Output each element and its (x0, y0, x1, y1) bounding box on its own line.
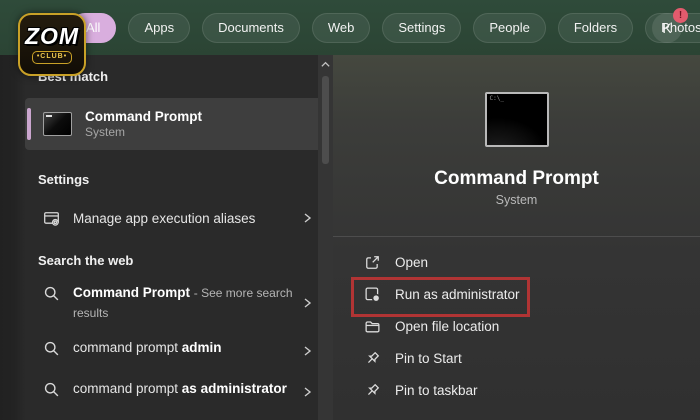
results-panel: Best match Command Prompt System Setting… (0, 55, 333, 420)
app-title: Command Prompt (434, 168, 599, 190)
query-text: command prompt (73, 340, 182, 355)
command-prompt-icon-large: C:\_ (485, 92, 549, 147)
detail-panel: C:\_ Command Prompt System Open (333, 55, 700, 420)
chevron-right-icon (301, 212, 313, 224)
action-list: Open Run as administrator (333, 246, 700, 406)
tab-folders[interactable]: Folders (558, 13, 633, 43)
action-label: Run as administrator (395, 287, 520, 302)
action-label: Open (395, 255, 428, 270)
pin-icon (364, 350, 381, 367)
tab-apps[interactable]: Apps (128, 13, 190, 43)
action-label: Pin to Start (395, 351, 462, 366)
search-filter-bar: All Apps Documents Web Settings People F… (0, 0, 700, 55)
action-open[interactable]: Open (364, 246, 428, 278)
web-result-see-more[interactable]: Command Prompt - See more search results (43, 283, 323, 323)
action-run-as-administrator[interactable]: Run as administrator (364, 278, 520, 310)
user-avatar[interactable]: K ! (652, 13, 682, 43)
web-result-admin[interactable]: command prompt admin (43, 338, 323, 364)
scrollbar-thumb[interactable] (322, 76, 329, 164)
tab-settings[interactable]: Settings (382, 13, 461, 43)
terminal-prompt-glyph: C:\_ (490, 96, 504, 102)
action-pin-to-taskbar[interactable]: Pin to taskbar (364, 374, 478, 406)
query-text: command prompt (73, 381, 182, 396)
search-icon (43, 285, 60, 302)
divider (333, 236, 700, 237)
action-pin-to-start[interactable]: Pin to Start (364, 342, 462, 374)
result-manage-app-execution-aliases[interactable]: Manage app execution aliases (43, 203, 323, 233)
chevron-right-icon (301, 345, 313, 357)
result-label: Manage app execution aliases (73, 210, 255, 227)
query-text: Command Prompt (73, 285, 190, 300)
scroll-up-icon[interactable] (320, 59, 331, 70)
folder-icon (364, 318, 381, 335)
web-result-as-administrator[interactable]: command prompt as administrator (43, 379, 323, 405)
tab-people[interactable]: People (473, 13, 545, 43)
pin-icon (364, 382, 381, 399)
best-match-subtitle: System (85, 125, 202, 140)
tab-web[interactable]: Web (312, 13, 371, 43)
open-icon (364, 254, 381, 271)
notification-badge: ! (673, 8, 688, 23)
zom-club-logo: ZOM •CLUB• (18, 13, 86, 76)
command-prompt-icon (43, 112, 72, 136)
best-match-item[interactable]: Command Prompt System (25, 98, 330, 150)
search-results-flyout: Best match Command Prompt System Setting… (0, 55, 700, 420)
filter-tabs: All Apps Documents Web Settings People F… (70, 13, 700, 43)
suggestion-text: admin (182, 340, 222, 355)
logo-subtitle: •CLUB• (32, 51, 72, 63)
search-icon (43, 340, 60, 357)
search-the-web-heading: Search the web (38, 253, 333, 268)
scrollbar[interactable] (318, 55, 333, 420)
best-match-title: Command Prompt (85, 108, 202, 125)
suggestion-text: as administrator (182, 381, 287, 396)
selection-accent-bar (27, 108, 31, 140)
search-icon (43, 381, 60, 398)
run-as-admin-icon (364, 286, 381, 303)
action-label: Open file location (395, 319, 499, 334)
action-label: Pin to taskbar (395, 383, 478, 398)
chevron-right-icon (301, 386, 313, 398)
action-open-file-location[interactable]: Open file location (364, 310, 499, 342)
logo-title: ZOM (25, 25, 79, 48)
app-subtitle: System (496, 193, 538, 207)
chevron-right-icon (301, 297, 313, 309)
app-aliases-icon (43, 210, 60, 227)
settings-heading: Settings (38, 172, 333, 187)
tab-documents[interactable]: Documents (202, 13, 300, 43)
